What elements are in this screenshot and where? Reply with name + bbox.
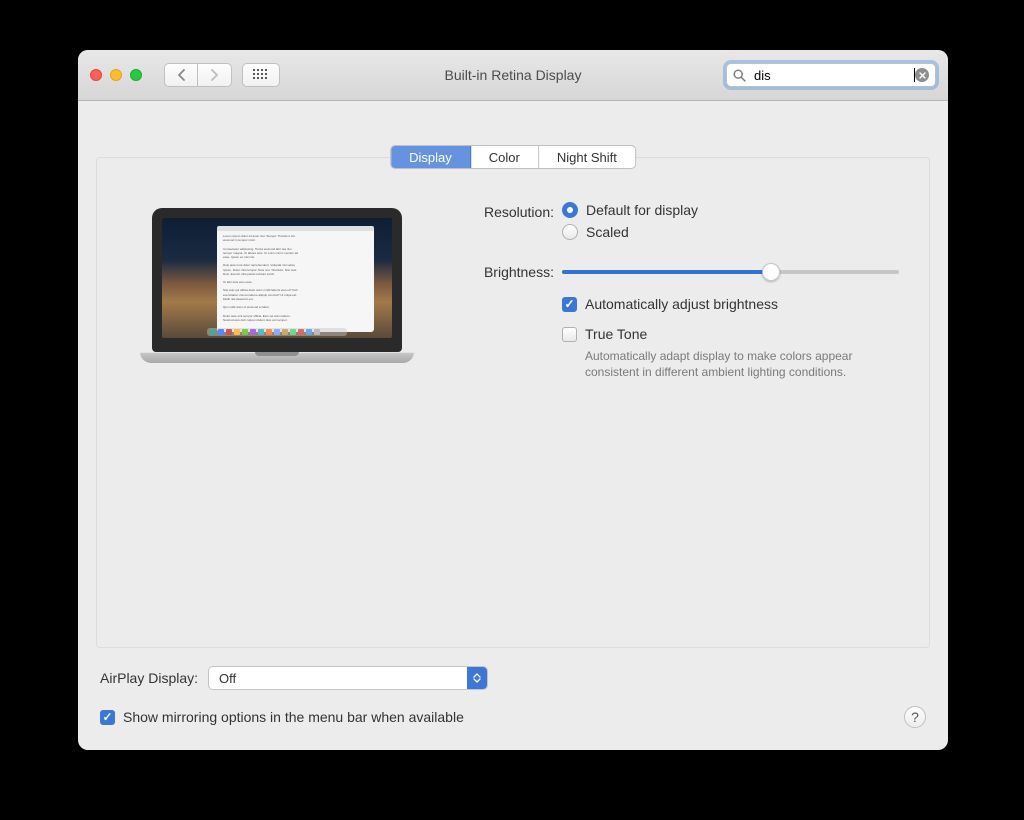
- close-icon: [919, 72, 926, 79]
- window-title: Built-in Retina Display: [445, 67, 582, 83]
- resolution-default-radio[interactable]: Default for display: [562, 202, 899, 218]
- checkbox-icon: [562, 327, 577, 342]
- close-button[interactable]: [90, 69, 102, 81]
- stepper-icon: [467, 667, 487, 689]
- radio-icon: [562, 202, 578, 218]
- resolution-scaled-radio[interactable]: Scaled: [562, 224, 899, 240]
- true-tone-description: Automatically adapt display to make colo…: [585, 348, 899, 380]
- radio-label: Default for display: [586, 202, 698, 218]
- search-box[interactable]: [726, 63, 936, 87]
- tab-display[interactable]: Display: [391, 146, 471, 168]
- show-all-button[interactable]: [242, 63, 280, 87]
- checkbox-label: Automatically adjust brightness: [585, 296, 778, 312]
- radio-label: Scaled: [586, 224, 629, 240]
- search-icon: [733, 69, 746, 82]
- checkbox-label: True Tone: [585, 326, 647, 342]
- mirroring-checkbox[interactable]: Show mirroring options in the menu bar w…: [100, 709, 464, 725]
- tab-label: Display: [409, 150, 452, 165]
- radio-icon: [562, 224, 578, 240]
- tab-label: Night Shift: [557, 150, 617, 165]
- true-tone-checkbox[interactable]: True Tone: [562, 326, 899, 342]
- tab-night-shift[interactable]: Night Shift: [539, 146, 635, 168]
- minimize-button[interactable]: [110, 69, 122, 81]
- nav-buttons: [164, 63, 232, 87]
- brightness-slider[interactable]: [562, 270, 899, 274]
- select-value: Off: [209, 671, 467, 686]
- traffic-lights: [90, 69, 142, 81]
- settings-panel: Display Color Night Shift Lorem ipsum do…: [96, 157, 930, 648]
- chevron-left-icon: [177, 69, 186, 81]
- checkbox-label: Show mirroring options in the menu bar w…: [123, 709, 464, 725]
- airplay-select[interactable]: Off: [208, 666, 488, 690]
- content: Display Color Night Shift Lorem ipsum do…: [78, 101, 948, 750]
- tab-color[interactable]: Color: [471, 146, 539, 168]
- back-button[interactable]: [164, 63, 198, 87]
- clear-search-button[interactable]: [915, 68, 929, 82]
- preferences-window: Built-in Retina Display Display Color Ni…: [78, 50, 948, 750]
- search-input[interactable]: [754, 68, 914, 83]
- tab-label: Color: [489, 150, 520, 165]
- display-preview: Lorem ipsum dolor sit amet nisi. Tempor.…: [127, 202, 427, 396]
- auto-brightness-checkbox[interactable]: Automatically adjust brightness: [562, 296, 899, 312]
- resolution-label: Resolution:: [457, 202, 562, 246]
- forward-button[interactable]: [198, 63, 232, 87]
- grid-icon: [253, 69, 269, 81]
- checkbox-icon: [100, 710, 115, 725]
- zoom-button[interactable]: [130, 69, 142, 81]
- airplay-label: AirPlay Display:: [100, 670, 198, 686]
- help-button[interactable]: ?: [904, 706, 926, 728]
- tab-bar: Display Color Night Shift: [390, 145, 636, 169]
- chevron-right-icon: [210, 69, 219, 81]
- checkbox-icon: [562, 297, 577, 312]
- titlebar: Built-in Retina Display: [78, 50, 948, 101]
- footer: AirPlay Display: Off Show mirroring opti…: [78, 660, 948, 750]
- brightness-label: Brightness:: [457, 262, 562, 380]
- slider-fill: [562, 270, 771, 274]
- slider-thumb[interactable]: [762, 263, 780, 281]
